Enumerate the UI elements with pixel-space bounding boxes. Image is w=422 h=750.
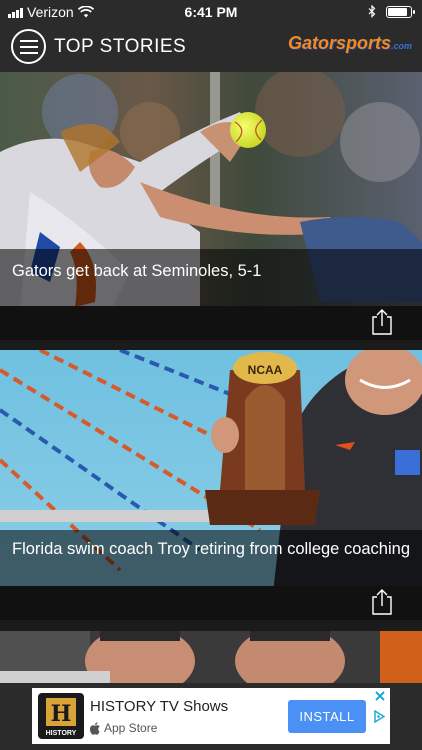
status-right bbox=[368, 5, 415, 18]
hamburger-line bbox=[19, 51, 38, 54]
status-time: 6:41 PM bbox=[184, 4, 238, 20]
story-headline: Florida swim coach Troy retiring from co… bbox=[0, 530, 422, 590]
ad-store-name: App Store bbox=[104, 721, 158, 735]
story-headline: Gators get back at Seminoles, 5-1 bbox=[0, 249, 422, 306]
gatorsports-logo[interactable]: Gatorsports.com bbox=[288, 33, 412, 54]
share-icon[interactable] bbox=[370, 309, 394, 335]
card-divider bbox=[0, 340, 422, 350]
story-image-men-portrait bbox=[0, 631, 422, 683]
ad-banner: H HISTORY HISTORY TV Shows App Store INS… bbox=[0, 683, 422, 750]
ad-app-name: HISTORY TV Shows bbox=[90, 698, 229, 715]
nav-bar: TOP STORIES Gatorsports.com bbox=[0, 24, 422, 72]
card-divider bbox=[0, 620, 422, 630]
battery-level bbox=[388, 7, 407, 16]
svg-text:NCAA: NCAA bbox=[248, 363, 283, 377]
history-icon-letter: H bbox=[51, 701, 72, 727]
menu-button[interactable] bbox=[11, 29, 46, 64]
hamburger-line bbox=[19, 45, 38, 48]
ad-store: App Store bbox=[90, 721, 157, 735]
battery-icon bbox=[386, 5, 415, 18]
story-card-softball[interactable]: Gators get back at Seminoles, 5-1 bbox=[0, 72, 422, 340]
share-icon[interactable] bbox=[370, 589, 394, 615]
bluetooth-icon bbox=[368, 5, 376, 18]
story-card-partial[interactable] bbox=[0, 631, 422, 683]
logo-suffix: .com bbox=[390, 41, 412, 51]
story-footer bbox=[0, 306, 422, 340]
history-icon-caption: HISTORY bbox=[46, 730, 77, 737]
history-app-icon: H HISTORY bbox=[38, 693, 84, 739]
apple-icon bbox=[90, 721, 100, 735]
story-card-swim-coach[interactable]: NCAA Florida swim coach Troy retiring fr… bbox=[0, 350, 422, 620]
hamburger-line bbox=[19, 39, 38, 42]
story-footer bbox=[0, 586, 422, 620]
ad-close-icon[interactable] bbox=[373, 689, 387, 703]
ad-box[interactable]: H HISTORY HISTORY TV Shows App Store INS… bbox=[32, 688, 390, 744]
install-button[interactable]: INSTALL bbox=[288, 700, 366, 733]
logo-text: Gatorsports bbox=[287, 33, 391, 53]
ad-choices-icon[interactable] bbox=[373, 710, 386, 723]
status-bar: Verizon 6:41 PM bbox=[0, 0, 422, 24]
page-title: TOP STORIES bbox=[54, 36, 187, 57]
